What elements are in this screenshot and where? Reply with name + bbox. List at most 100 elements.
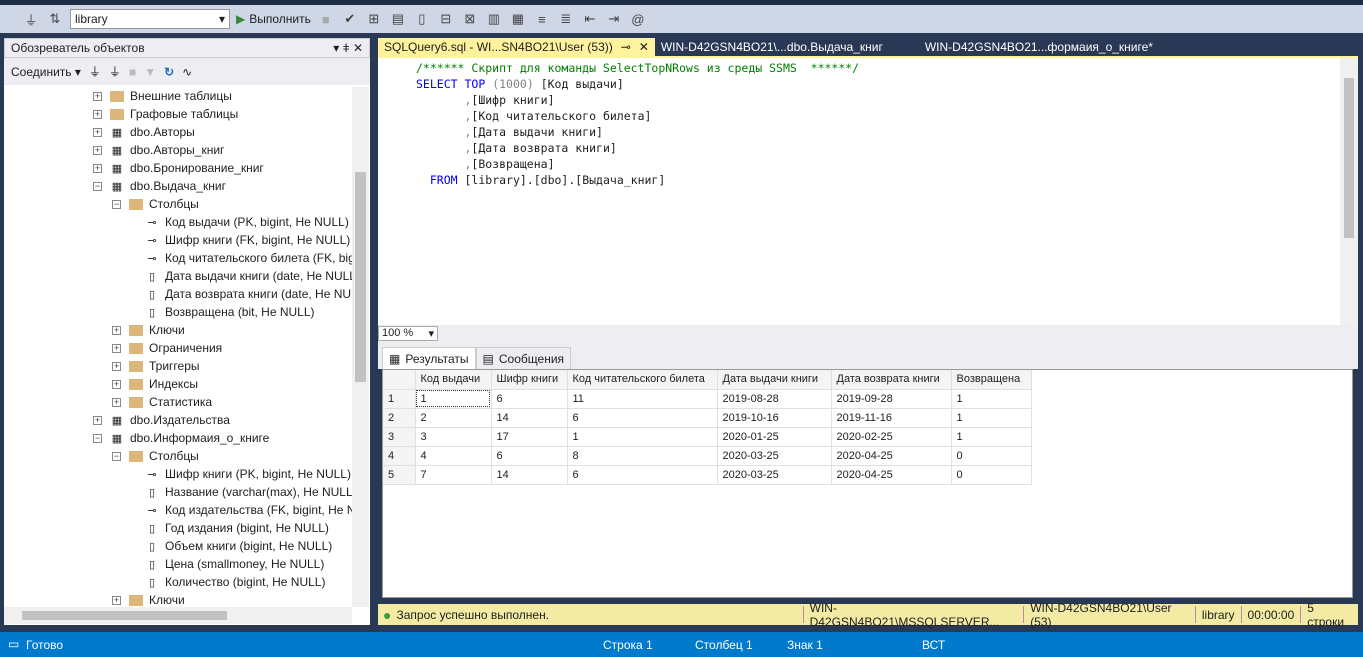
table-cell[interactable]: 2020-01-25 <box>717 427 832 447</box>
stop-icon[interactable]: ■ <box>317 12 335 27</box>
indent-icon[interactable]: ⇥ <box>605 11 623 27</box>
parse-check-icon[interactable]: ✔ <box>341 11 359 27</box>
connect-dropdown[interactable]: Соединить ▾ <box>11 65 81 79</box>
table-cell[interactable]: 2019-10-16 <box>717 408 832 428</box>
tree-item[interactable]: + Ключи <box>112 591 185 607</box>
expand-icon[interactable]: + <box>93 415 102 425</box>
table-cell[interactable]: 2019-09-28 <box>831 389 952 409</box>
execute-button[interactable]: ▶ Выполнить <box>236 12 311 26</box>
activity-monitor-icon[interactable]: ∿ <box>182 65 192 79</box>
table-row[interactable]: 4 4 6 8 2020-03-25 2020-04-25 0 <box>383 446 1032 466</box>
tree-item[interactable]: − Столбцы <box>112 447 199 465</box>
tree-item[interactable]: ▯ Год издания (bigint, Не NULL) <box>145 519 329 537</box>
database-select[interactable]: library ▾ <box>70 9 230 29</box>
expand-icon[interactable]: + <box>93 145 102 155</box>
expand-icon[interactable]: + <box>112 397 121 407</box>
specify-values-icon[interactable]: @ <box>629 12 647 27</box>
tab-results[interactable]: ▦ Результаты <box>382 347 476 369</box>
row-number[interactable]: 2 <box>383 408 416 428</box>
live-stats-icon[interactable]: ⊠ <box>461 11 479 27</box>
tree-item[interactable]: + Триггеры <box>112 357 200 375</box>
collapse-icon[interactable]: − <box>93 433 102 443</box>
editor-scrollbar[interactable] <box>1340 58 1358 325</box>
results-text-icon[interactable]: ▤ <box>389 11 407 27</box>
column-header[interactable]: Код выдачи <box>415 370 492 390</box>
expand-icon[interactable]: + <box>112 595 121 605</box>
column-header[interactable]: Шифр книги <box>491 370 568 390</box>
table-cell[interactable]: 8 <box>567 446 718 466</box>
expand-icon[interactable]: + <box>93 127 102 137</box>
pin-icon[interactable]: ⊸ <box>621 40 631 54</box>
table-cell[interactable]: 1 <box>951 389 1032 409</box>
pin-icon[interactable]: ǂ <box>343 41 350 55</box>
filter-icon[interactable]: ▼ <box>144 65 156 79</box>
disconnect-icon[interactable]: ⏚ <box>109 63 121 80</box>
tree-item[interactable]: − Столбцы <box>112 195 199 213</box>
table-cell[interactable]: 6 <box>567 465 718 485</box>
tree-item[interactable]: + Графовые таблицы <box>93 105 238 123</box>
tree-item[interactable]: + ▦ dbo.Бронирование_книг <box>93 159 264 177</box>
table-cell[interactable]: 2020-03-25 <box>717 465 832 485</box>
table-cell[interactable]: 2020-04-25 <box>831 446 952 466</box>
tree-item[interactable]: − ▦ dbo.Информаия_о_книге <box>93 429 269 447</box>
tree-item[interactable]: ⊸ Шифр книги (PK, bigint, Не NULL) <box>145 465 351 483</box>
tree-item[interactable]: ⊸ Шифр книги (FK, bigint, Не NULL) <box>145 231 350 249</box>
results-file-icon[interactable]: ▯ <box>413 11 431 27</box>
tab-document[interactable]: WIN-D42GSN4BO21...формаия_о_книге* <box>919 38 1159 56</box>
tree-item[interactable]: ▯ Дата выдачи книги (date, Не NULL <box>145 267 352 285</box>
table-cell[interactable]: 6 <box>491 389 568 409</box>
tree-item[interactable]: ⊸ Код выдачи (PK, bigint, Не NULL) <box>145 213 348 231</box>
table-cell[interactable]: 2 <box>415 408 492 428</box>
vertical-scrollbar[interactable] <box>352 87 369 607</box>
table-cell[interactable]: 6 <box>491 446 568 466</box>
tree-item[interactable]: ▯ Количество (bigint, Не NULL) <box>145 573 326 591</box>
table-cell[interactable]: 0 <box>951 446 1032 466</box>
table-cell[interactable]: 7 <box>415 465 492 485</box>
tree-item[interactable]: ▯ Дата возврата книги (date, Не NUL <box>145 285 352 303</box>
table-cell[interactable]: 1 <box>415 389 492 409</box>
tree-item[interactable]: + ▦ dbo.Авторы <box>93 123 195 141</box>
expand-icon[interactable]: + <box>93 163 102 173</box>
tree-item[interactable]: ▯ Название (varchar(max), Не NULL) <box>145 483 352 501</box>
tree-item[interactable]: − ▦ dbo.Выдача_книг <box>93 177 226 195</box>
row-number[interactable]: 3 <box>383 427 416 447</box>
row-number[interactable]: 5 <box>383 465 416 485</box>
include-plan-icon[interactable]: ⊟ <box>437 11 455 27</box>
tab-messages[interactable]: ▤ Сообщения <box>475 347 572 369</box>
query-editor[interactable]: /****** Скрипт для команды SelectTopNRow… <box>378 56 1358 325</box>
tree-item[interactable]: ⊸ Код издательства (FK, bigint, Не NU <box>145 501 352 519</box>
comment-icon[interactable]: ≡ <box>533 12 551 27</box>
table-cell[interactable]: 3 <box>415 427 492 447</box>
expand-icon[interactable]: + <box>112 379 121 389</box>
collapse-icon[interactable]: − <box>112 451 121 461</box>
tree-item[interactable]: + ▦ dbo.Издательства <box>93 411 230 429</box>
table-cell[interactable]: 1 <box>567 427 718 447</box>
tree-item[interactable]: + Индексы <box>112 375 198 393</box>
row-number[interactable]: 1 <box>383 389 416 409</box>
outdent-icon[interactable]: ⇤ <box>581 11 599 27</box>
tree-item[interactable]: ▯ Объем книги (bigint, Не NULL) <box>145 537 332 555</box>
tab-document[interactable]: SQLQuery6.sql - WI...SN4BO21\User (53)) ⊸… <box>378 38 655 56</box>
table-row[interactable]: 1 1 6 11 2019-08-28 2019-09-28 1 <box>383 389 1032 409</box>
tree-item[interactable]: ▯ Возвращена (bit, Не NULL) <box>145 303 315 321</box>
tree-item[interactable]: + Ограничения <box>112 339 222 357</box>
stop-icon[interactable]: ■ <box>129 65 136 79</box>
refresh-icon[interactable]: ↻ <box>164 65 174 79</box>
table-cell[interactable]: 0 <box>951 465 1032 485</box>
tree-item[interactable]: + Статистика <box>112 393 212 411</box>
collapse-icon[interactable]: − <box>112 199 121 209</box>
change-connection-icon[interactable]: ⇅ <box>46 11 64 27</box>
table-row[interactable]: 5 7 14 6 2020-03-25 2020-04-25 0 <box>383 465 1032 485</box>
tree-item[interactable]: ⊸ Код читательского билета (FK, big <box>145 249 352 267</box>
table-cell[interactable]: 11 <box>567 389 718 409</box>
collapse-icon[interactable]: − <box>93 181 102 191</box>
display-plan-icon[interactable]: ⊞ <box>365 11 383 27</box>
table-cell[interactable]: 1 <box>951 427 1032 447</box>
column-header[interactable]: Дата возврата книги <box>831 370 952 390</box>
column-header[interactable]: Возвращена <box>951 370 1032 390</box>
expand-icon[interactable]: + <box>112 361 121 371</box>
connect-icon[interactable]: ⏚ <box>22 10 40 29</box>
table-cell[interactable]: 2020-04-25 <box>831 465 952 485</box>
results-grid-icon[interactable]: ▦ <box>509 11 527 27</box>
zoom-select[interactable]: 100 % ▾ <box>378 326 438 341</box>
